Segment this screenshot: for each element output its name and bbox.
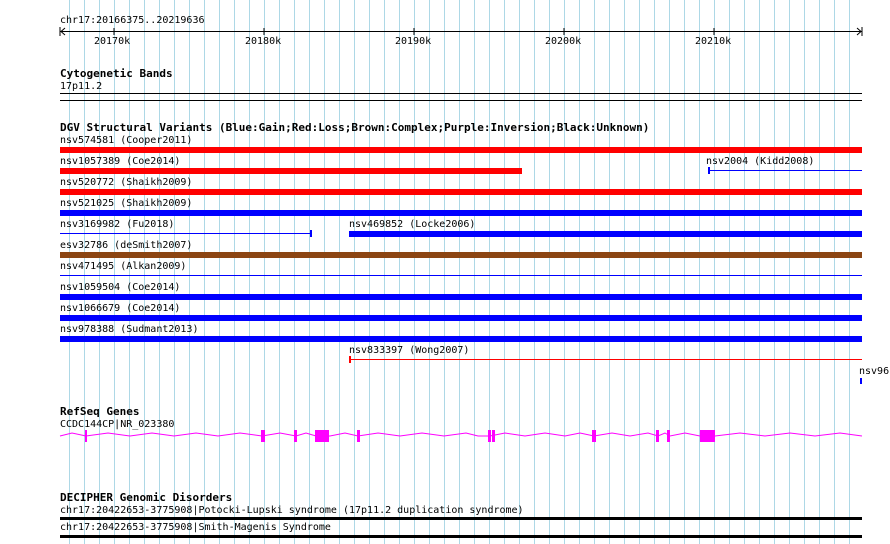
variant-label[interactable]: nsv574581 (Cooper2011) <box>60 135 192 146</box>
variant-bar[interactable] <box>60 315 862 321</box>
variant-bar[interactable] <box>349 359 862 360</box>
variant-bar[interactable] <box>349 231 862 237</box>
variant-label[interactable]: esv32786 (deSmith2007) <box>60 240 192 251</box>
variant-bar[interactable] <box>60 147 862 153</box>
cytoband-bar-bottom <box>60 100 862 101</box>
ruler-tick-label: 20210k <box>695 36 732 47</box>
variant-bar[interactable] <box>60 233 312 234</box>
variant-label[interactable]: nsv96 <box>859 366 890 377</box>
ruler-tick-label: 20170k <box>94 36 131 47</box>
variant-bar[interactable] <box>60 336 862 342</box>
gene-model[interactable] <box>0 424 890 448</box>
decipher-item-label[interactable]: chr17:20422653-3775908|Potocki-Lupski sy… <box>60 505 524 516</box>
gene-exon <box>85 430 87 442</box>
variant-bar[interactable] <box>60 168 522 174</box>
decipher-item-label[interactable]: chr17:20422653-3775908|Smith-Magenis Syn… <box>60 522 331 533</box>
variant-bar[interactable] <box>60 275 862 276</box>
cytoband-track-title: Cytogenetic Bands <box>60 67 173 80</box>
dgv-track-title: DGV Structural Variants (Blue:Gain;Red:L… <box>60 121 650 134</box>
cytoband-bar-top <box>60 93 862 94</box>
variant-label[interactable]: nsv520772 (Shaikh2009) <box>60 177 192 188</box>
variant-bar[interactable] <box>60 252 862 258</box>
variant-label[interactable]: nsv471495 (Alkan2009) <box>60 261 186 272</box>
gene-exon <box>488 430 491 442</box>
cytoband-label[interactable]: 17p11.2 <box>60 81 102 92</box>
gene-exon <box>357 430 360 442</box>
variant-label[interactable]: nsv1066679 (Coe2014) <box>60 303 180 314</box>
gene-exon <box>315 430 329 442</box>
decipher-bar[interactable] <box>60 517 862 520</box>
genome-browser-panel: chr17:20166375..20219636 20170k 20180k 2… <box>0 0 890 544</box>
gene-exon <box>700 430 715 442</box>
gene-exon <box>667 430 670 442</box>
variant-label[interactable]: nsv978388 (Sudmant2013) <box>60 324 198 335</box>
variant-bar[interactable] <box>60 210 862 216</box>
variant-label[interactable]: nsv1059504 (Coe2014) <box>60 282 180 293</box>
variant-bar-endcap <box>708 167 710 174</box>
grid-lines <box>69 0 850 544</box>
gene-exon <box>492 430 495 442</box>
variant-label[interactable]: nsv1057389 (Coe2014) <box>60 156 180 167</box>
variant-bar[interactable] <box>60 189 862 195</box>
variant-bar[interactable] <box>860 378 862 384</box>
variant-label[interactable]: nsv833397 (Wong2007) <box>349 345 469 356</box>
decipher-bar[interactable] <box>60 535 862 538</box>
variant-label[interactable]: nsv2004 (Kidd2008) <box>706 156 814 167</box>
refseq-track-title: RefSeq Genes <box>60 405 140 418</box>
variant-label[interactable]: nsv469852 (Locke2006) <box>349 219 475 230</box>
gene-exon <box>656 430 659 442</box>
gene-exon <box>592 430 596 442</box>
ruler-axis[interactable] <box>0 0 890 60</box>
variant-label[interactable]: nsv3169982 (Fu2018) <box>60 219 174 230</box>
variant-bar-endcap <box>310 230 312 237</box>
ruler-tick-label: 20200k <box>545 36 582 47</box>
variant-bar[interactable] <box>708 170 862 171</box>
gene-exon <box>261 430 265 442</box>
variant-bar-endcap <box>349 356 351 363</box>
ruler-tick-label: 20180k <box>245 36 282 47</box>
decipher-track-title: DECIPHER Genomic Disorders <box>60 491 233 504</box>
variant-label[interactable]: nsv521025 (Shaikh2009) <box>60 198 192 209</box>
ruler-tick-label: 20190k <box>395 36 432 47</box>
gene-exon <box>294 430 297 442</box>
variant-bar[interactable] <box>60 294 862 300</box>
